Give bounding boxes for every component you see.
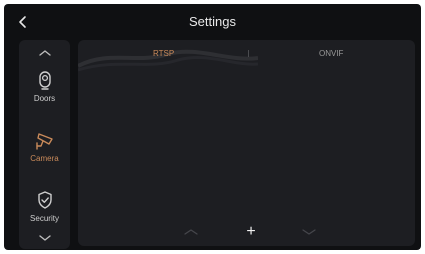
sidebar-item-doors[interactable]: Doors [19,70,70,116]
bottom-toolbar: + [78,222,415,242]
prev-page-button[interactable] [181,224,201,240]
sidebar-scroll-up-button[interactable] [19,48,70,60]
sidebar-item-camera[interactable]: Camera [19,130,70,176]
tab-onvif[interactable]: ONVIF [319,49,343,59]
chevron-up-icon [184,229,198,235]
chevron-up-icon [38,50,51,56]
sidebar-item-security[interactable]: Security [19,190,70,236]
sidebar-item-label: Security [30,214,59,223]
tab-divider [248,50,249,57]
header-bar: Settings [4,4,421,40]
add-stream-button[interactable]: + [241,224,261,240]
cctv-camera-icon [35,133,53,150]
sidebar-scroll-down-button[interactable] [19,233,70,245]
tab-rtsp[interactable]: RTSP [153,49,174,59]
settings-screen: Settings Doors Camera Security RTSP ONVI… [4,4,421,250]
page-title: Settings [189,14,236,29]
chevron-down-icon [302,229,316,235]
doorbell-camera-icon [38,71,51,90]
sidebar: Doors Camera Security [19,40,70,249]
sidebar-item-label: Camera [30,154,59,163]
chevron-down-icon [38,235,51,241]
shield-check-icon [37,191,52,209]
next-page-button[interactable] [299,224,319,240]
main-panel: RTSP ONVIF + [78,40,415,246]
sidebar-item-label: Doors [33,94,56,103]
